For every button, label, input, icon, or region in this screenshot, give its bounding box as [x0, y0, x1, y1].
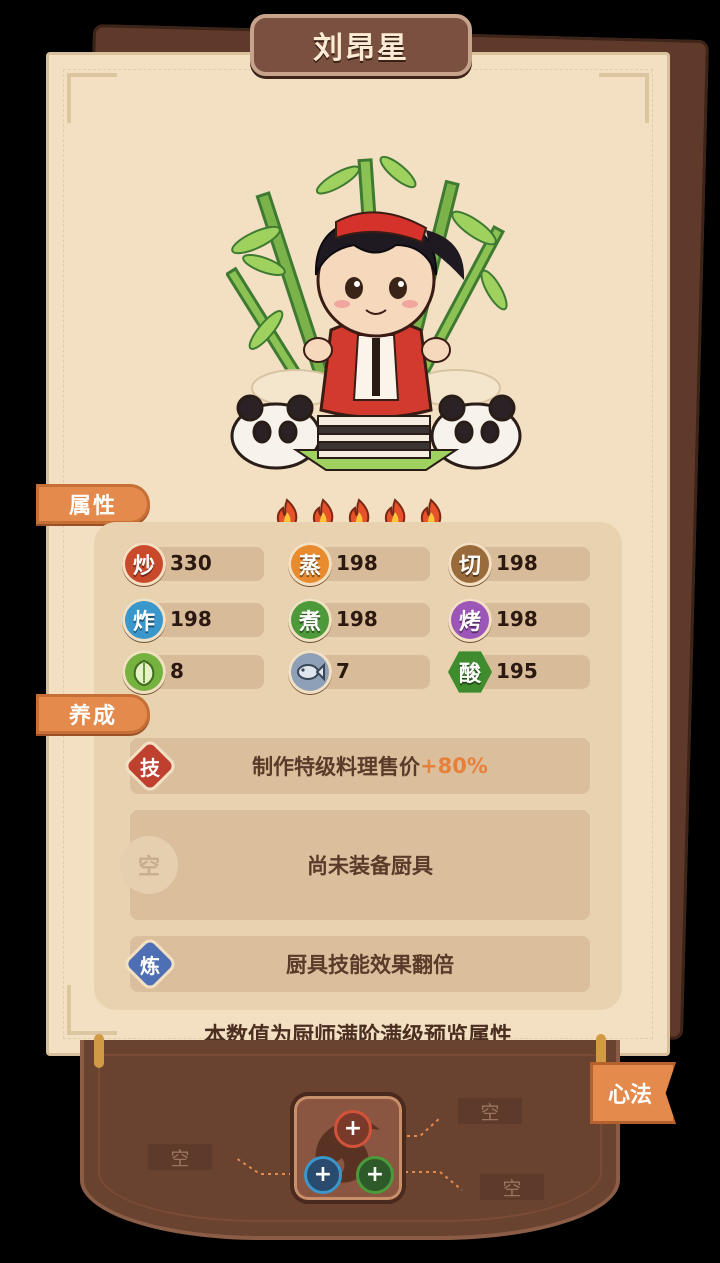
- chef-name: 刘昂星: [313, 31, 409, 66]
- refine-skill-text: 厨具技能效果翻倍: [286, 953, 454, 977]
- refine-skill-row[interactable]: 厨具技能效果翻倍: [130, 936, 590, 992]
- steam-value: 198: [336, 551, 378, 575]
- chef-skill-text: 制作特级料理售价: [252, 755, 421, 779]
- chef-name-plate: 刘昂星: [250, 14, 472, 76]
- stat-deep_fry: 炸 198: [122, 598, 264, 642]
- boil-icon: 煮: [288, 598, 332, 642]
- bake-icon: 烤: [448, 598, 492, 642]
- stir_fry-value: 330: [170, 551, 212, 575]
- cut-icon: 切: [448, 542, 492, 586]
- vegetable-value: 8: [170, 659, 184, 683]
- cut-value: 198: [496, 551, 538, 575]
- equipment-status: 尚未装备厨具: [307, 854, 433, 878]
- fish-value: 7: [336, 659, 350, 683]
- corner-ornament: [599, 73, 649, 123]
- chef-portrait: [226, 155, 522, 471]
- scroll-rod: [94, 1034, 104, 1068]
- tab-attributes[interactable]: 属性: [36, 484, 150, 524]
- skill-icon: 技: [125, 741, 175, 791]
- stir_fry-icon: 炒: [122, 542, 166, 586]
- empty-slot-label: 空: [458, 1098, 522, 1124]
- tab-cultivation[interactable]: 养成: [36, 694, 150, 734]
- heart-slot-right[interactable]: +: [356, 1156, 394, 1194]
- fish-icon: [288, 650, 332, 694]
- stat-vegetable: 8: [122, 650, 264, 694]
- vegetable-icon: [122, 650, 166, 694]
- equipment-slot[interactable]: 尚未装备厨具: [130, 810, 590, 920]
- stat-cut: 切 198: [448, 542, 590, 586]
- stat-steam: 蒸 198: [288, 542, 430, 586]
- chef-skill-row[interactable]: 制作特级料理售价 +80%: [130, 738, 590, 794]
- stat-fish: 7: [288, 650, 430, 694]
- empty-equipment-icon: 空: [120, 836, 178, 894]
- empty-slot-label: 空: [480, 1174, 544, 1200]
- bake-value: 198: [496, 607, 538, 631]
- stat-boil: 煮 198: [288, 598, 430, 642]
- heart-method-tab[interactable]: 心法: [590, 1062, 676, 1124]
- corner-ornament: [67, 73, 117, 123]
- heart-slot-top[interactable]: +: [334, 1110, 372, 1148]
- stat-bake: 烤 198: [448, 598, 590, 642]
- chef-skill-bonus: +80%: [420, 754, 488, 778]
- boil-value: 198: [336, 607, 378, 631]
- stat-sour: 酸 195: [448, 651, 590, 693]
- refine-icon: 炼: [125, 939, 175, 989]
- deep_fry-icon: 炸: [122, 598, 166, 642]
- deep_fry-value: 198: [170, 607, 212, 631]
- heart-slot-left[interactable]: +: [304, 1156, 342, 1194]
- stat-stir_fry: 炒 330: [122, 542, 264, 586]
- empty-slot-label: 空: [148, 1144, 212, 1170]
- sour-value: 195: [496, 659, 538, 683]
- steam-icon: 蒸: [288, 542, 332, 586]
